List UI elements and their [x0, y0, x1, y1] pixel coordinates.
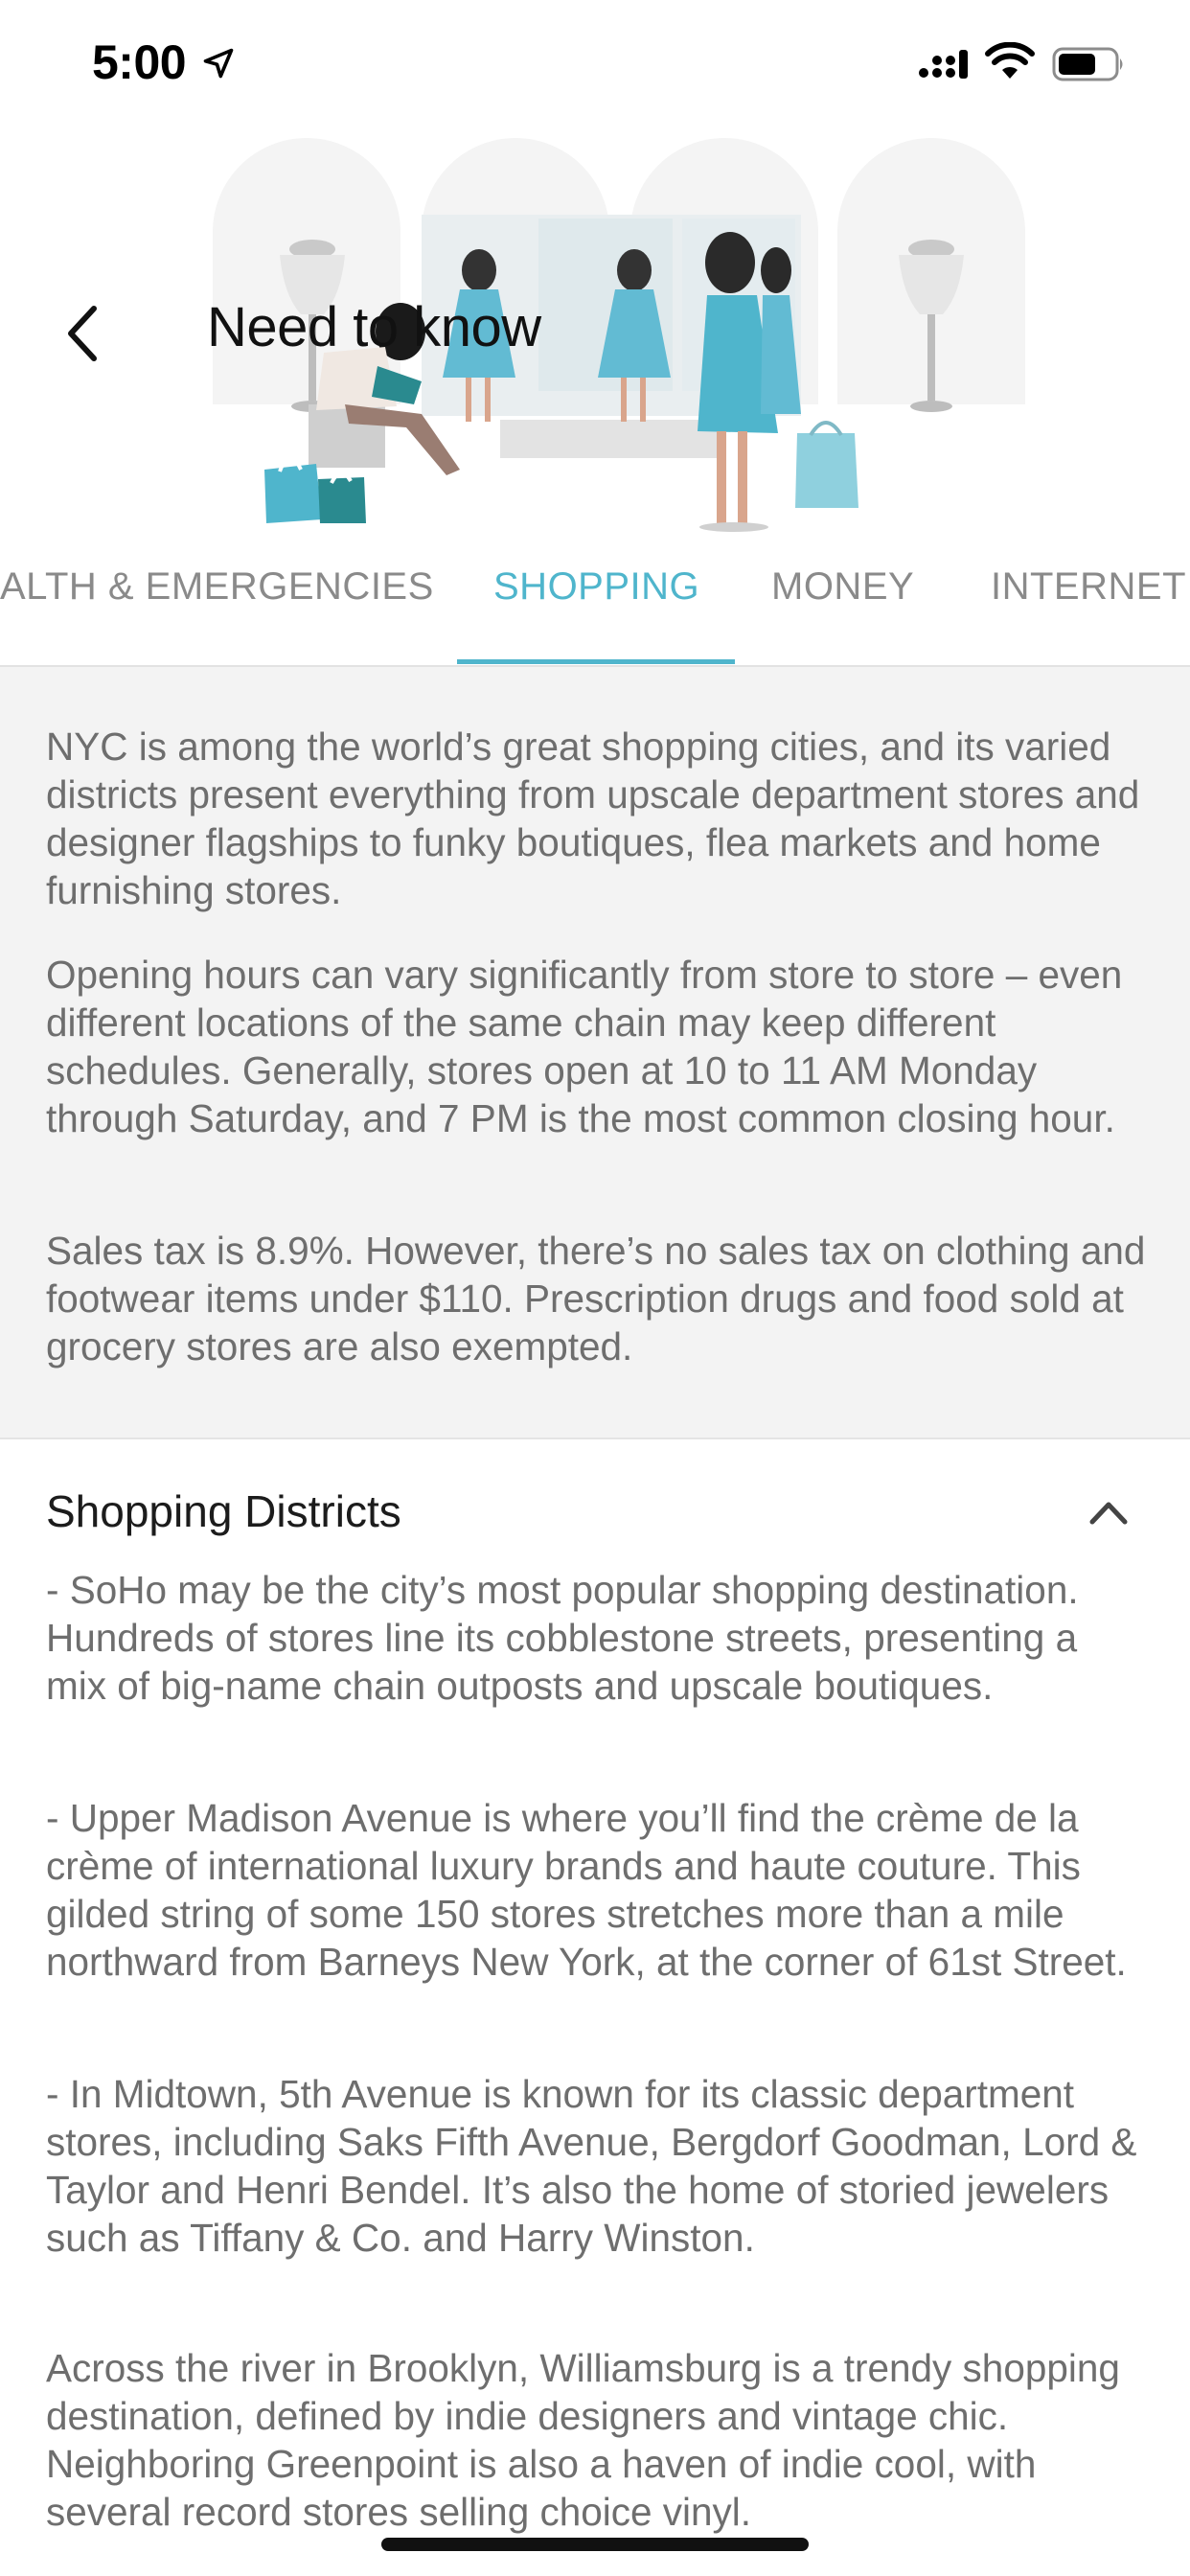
back-button[interactable] — [54, 297, 111, 370]
section-title: Shopping Districts — [46, 1486, 401, 1536]
active-tab-indicator — [457, 659, 735, 664]
header: Need to know — [0, 126, 1190, 537]
category-tab-bar[interactable]: ALTH & EMERGENCIES SHOPPING MONEY INTERN… — [0, 537, 1190, 667]
tab-internet[interactable]: INTERNET — [991, 565, 1186, 661]
status-bar: 5:00 — [0, 0, 1190, 126]
status-time: 5:00 — [92, 35, 187, 89]
district-paragraph: Across the river in Brooklyn, Williamsbu… — [46, 2346, 1120, 2534]
district-paragraph: - SoHo may be the city’s most popular sh… — [46, 1568, 1079, 1708]
tab-health-emergencies[interactable]: ALTH & EMERGENCIES — [0, 565, 434, 661]
intro-paragraph: Opening hours can vary significantly fro… — [46, 953, 1123, 1140]
shopping-intro-section: NYC is among the world’s great shopping … — [0, 667, 1190, 1439]
need-to-know-screen: 5:00 Need to know ALTH & EMERGENCIES SHO… — [0, 0, 1190, 2576]
home-indicator[interactable] — [381, 2538, 809, 2551]
chevron-left-icon — [68, 306, 97, 361]
district-paragraph: - Upper Madison Avenue is where you’ll f… — [46, 1796, 1127, 1984]
signal-icon — [919, 50, 968, 79]
tab-money[interactable]: MONEY — [771, 565, 914, 661]
intro-paragraph: NYC is among the world’s great shopping … — [46, 724, 1140, 912]
intro-paragraph: Sales tax is 8.9%. However, there’s no s… — [46, 1229, 1146, 1368]
page-title: Need to know — [207, 296, 541, 358]
district-paragraph: - In Midtown, 5th Avenue is known for it… — [46, 2072, 1137, 2260]
wifi-icon — [985, 42, 1035, 79]
tab-shopping[interactable]: SHOPPING — [493, 565, 699, 661]
shopping-boutique-illustration — [213, 138, 1025, 532]
battery-icon — [1052, 47, 1123, 81]
location-arrow-icon — [203, 48, 234, 79]
chevron-up-icon[interactable] — [1085, 1493, 1133, 1531]
